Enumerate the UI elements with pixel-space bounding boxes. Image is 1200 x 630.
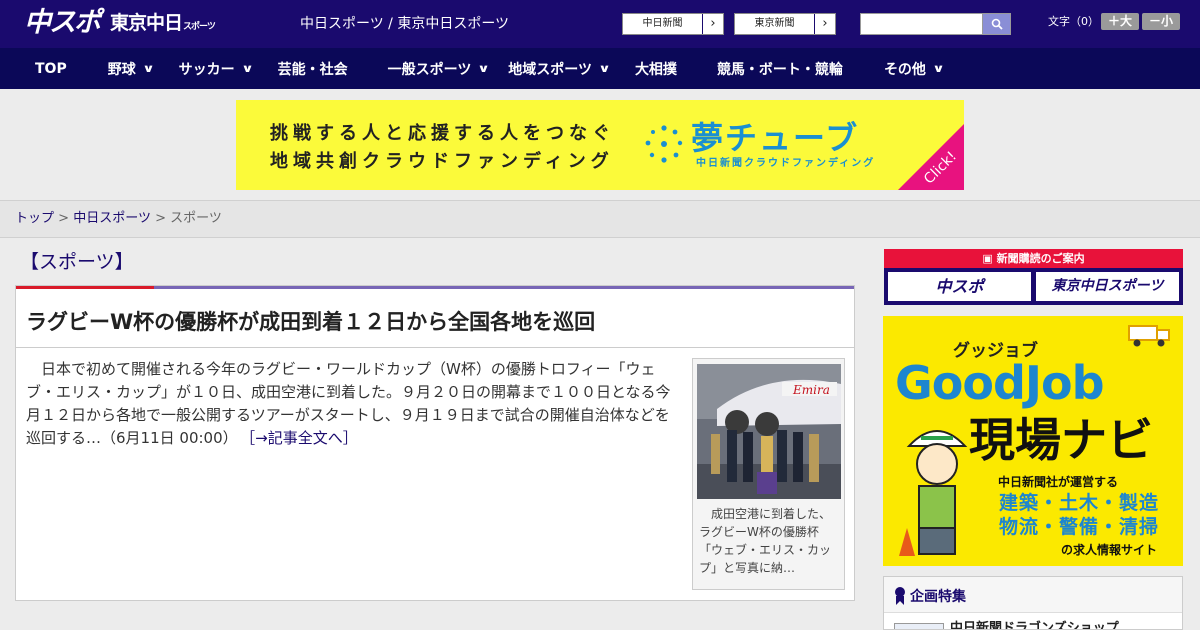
breadcrumb-home-link[interactable]: トップ xyxy=(15,211,54,226)
photo-caption: 成田空港に到着した、ラグビーW杯の優勝杯「ウェブ・エリス・カップ」と写真に納… xyxy=(699,507,832,575)
nav-item-sumo[interactable]: 大相撲 xyxy=(635,48,677,89)
goodjob-title: GoodJob xyxy=(895,356,1105,410)
subscribe-chuspo-button[interactable]: 中スポ xyxy=(888,272,1031,301)
chevron-down-icon: ∨ xyxy=(141,62,155,75)
nav-label: TOP xyxy=(35,60,67,77)
banner-brand: 夢チューブ xyxy=(691,119,860,157)
site-links[interactable]: 中日スポーツ / 東京中日スポーツ xyxy=(300,15,509,33)
subscription-box: ▣ 新聞購読のご案内 中スポ 東京中日スポーツ xyxy=(884,249,1183,305)
breadcrumb-current: スポーツ xyxy=(170,211,222,226)
tokyo-shimbun-button[interactable]: 東京新聞 › xyxy=(734,13,836,35)
trophy-arrival-photo: Emira xyxy=(697,364,841,499)
article-headline[interactable]: ラグビーW杯の優勝杯が成田到着１２日から全国各地を巡回 xyxy=(26,308,595,336)
feature-header: 企画特集 xyxy=(884,577,1182,613)
nav-label: サッカー xyxy=(178,61,235,78)
feature-thumbnail[interactable] xyxy=(894,623,944,629)
goodjob-operator: 中日新聞社が運営する xyxy=(998,475,1119,489)
feature-box: 企画特集 中日新聞ドラゴンズショップ xyxy=(883,576,1183,630)
nav-label: その他 xyxy=(883,61,926,78)
nav-label: 芸能・社会 xyxy=(277,61,348,78)
dot-circle-icon xyxy=(645,125,683,163)
nav-label: 地域スポーツ xyxy=(508,61,592,78)
nav-item-racing[interactable]: 競馬・ボート・競輪 xyxy=(717,48,843,89)
nav-item-other[interactable]: その他 ∨ xyxy=(883,48,945,89)
worker-figure-icon xyxy=(899,430,968,556)
nav-label: 大相撲 xyxy=(634,61,677,78)
goodjob-industries-2: 物流・警備・清掃 xyxy=(999,516,1160,538)
chevron-down-icon: ∨ xyxy=(598,62,611,75)
chuspo-logo[interactable]: 中スポ xyxy=(24,7,101,39)
feature-item-link[interactable]: 中日新聞ドラゴンズショップ xyxy=(950,621,1119,629)
nav-item-soccer[interactable]: サッカー ∨ xyxy=(178,48,254,89)
search-icon xyxy=(991,18,1003,30)
tokyo-logo-sub: スポーツ xyxy=(183,22,216,32)
article-body: 日本で初めて開催される今年のラグビー・ワールドカップ（W杯）の優勝トロフィー「ウ… xyxy=(26,358,684,450)
subscription-heading-text: 新聞購読のご案内 xyxy=(996,252,1085,265)
truck-icon xyxy=(1128,325,1170,347)
breadcrumb-separator: > xyxy=(58,211,70,226)
chevron-right-icon: › xyxy=(822,16,828,31)
headline-divider xyxy=(16,347,854,348)
nav-item-entertainment[interactable]: 芸能・社会 xyxy=(278,48,348,89)
search-button[interactable] xyxy=(982,13,1011,35)
breadcrumb-separator: > xyxy=(155,211,166,226)
award-ribbon-icon xyxy=(895,587,905,605)
article-photo-box: Emira 成田空港に到着した、ラグビーW杯の優勝杯「ウェブ・エリス・カップ」と… xyxy=(692,358,845,590)
main-nav: TOP 野球 ∨ サッカー ∨ 芸能・社会 一般スポーツ ∨ 地域スポーツ ∨ 大相撲 … xyxy=(0,48,1200,89)
goodjob-site-label: の求人情報サイト xyxy=(1061,543,1158,557)
newspaper-icon: ▣ xyxy=(982,252,997,265)
nav-item-general-sports[interactable]: 一般スポーツ ∨ xyxy=(387,48,491,89)
nav-item-local-sports[interactable]: 地域スポーツ ∨ xyxy=(508,48,611,89)
font-size-label: 文字（0） xyxy=(1048,15,1099,28)
breadcrumb-parent-link[interactable]: 中日スポーツ xyxy=(73,211,151,226)
site-header: 中スポ 東京中日スポーツ 中日スポーツ / 東京中日スポーツ 中日新聞 › 東京… xyxy=(0,0,1200,48)
article-card: ラグビーW杯の優勝杯が成田到着１２日から全国各地を巡回 日本で初めて開催される今… xyxy=(15,285,855,601)
feature-title: 企画特集 xyxy=(910,589,966,605)
nav-item-baseball[interactable]: 野球 ∨ xyxy=(107,48,155,89)
banner-line-1: 挑戦する人と応援する人をつなぐ xyxy=(270,123,615,144)
nav-item-top[interactable]: TOP xyxy=(35,48,67,89)
chevron-down-icon: ∨ xyxy=(932,62,945,75)
breadcrumb-bar: トップ > 中日スポーツ > スポーツ xyxy=(0,200,1200,238)
nav-label: 野球 xyxy=(107,61,136,78)
banner-brand-sub: 中日新聞クラウドファンディング xyxy=(696,158,876,169)
banner-line-2: 地域共創クラウドファンディング xyxy=(270,151,614,172)
search-input[interactable] xyxy=(860,13,983,35)
chevron-right-icon: › xyxy=(710,16,716,31)
breadcrumb: トップ > 中日スポーツ > スポーツ xyxy=(15,211,222,227)
chevron-down-icon: ∨ xyxy=(477,62,491,75)
font-larger-button[interactable]: ＋大 xyxy=(1101,13,1139,30)
crowdfunding-banner[interactable]: 挑戦する人と応援する人をつなぐ 地域共創クラウドファンディング 夢チューブ 中日… xyxy=(236,100,964,190)
tokyo-logo-main: 東京中日 xyxy=(110,12,183,34)
font-smaller-button[interactable]: －小 xyxy=(1142,13,1180,30)
section-title: 【スポーツ】 xyxy=(20,251,134,273)
chunichi-shimbun-label: 中日新聞 xyxy=(623,14,703,34)
tokyo-shimbun-label: 東京新聞 xyxy=(735,14,815,34)
svg-text:Emira: Emira xyxy=(792,383,830,397)
article-top-accent xyxy=(16,286,154,289)
chunichi-shimbun-button[interactable]: 中日新聞 › xyxy=(622,13,724,35)
read-more-link[interactable]: ［→記事全文へ］ xyxy=(248,429,358,447)
chevron-down-icon: ∨ xyxy=(240,62,254,75)
subscribe-tokyo-chunichi-button[interactable]: 東京中日スポーツ xyxy=(1036,272,1179,301)
article-photo[interactable]: Emira xyxy=(697,364,841,499)
subscription-heading: ▣ 新聞購読のご案内 xyxy=(884,249,1183,268)
tokyo-chunichi-logo[interactable]: 東京中日スポーツ xyxy=(110,11,216,39)
goodjob-subtitle: 現場ナビ xyxy=(969,413,1153,467)
nav-label: 競馬・ボート・競輪 xyxy=(716,61,843,78)
goodjob-ad[interactable]: グッジョブ GoodJob 現場ナビ 中日新聞社が運営する 建築・土木・製造 物… xyxy=(883,316,1183,566)
goodjob-industries-1: 建築・土木・製造 xyxy=(999,492,1160,514)
nav-label: 一般スポーツ xyxy=(387,61,472,78)
